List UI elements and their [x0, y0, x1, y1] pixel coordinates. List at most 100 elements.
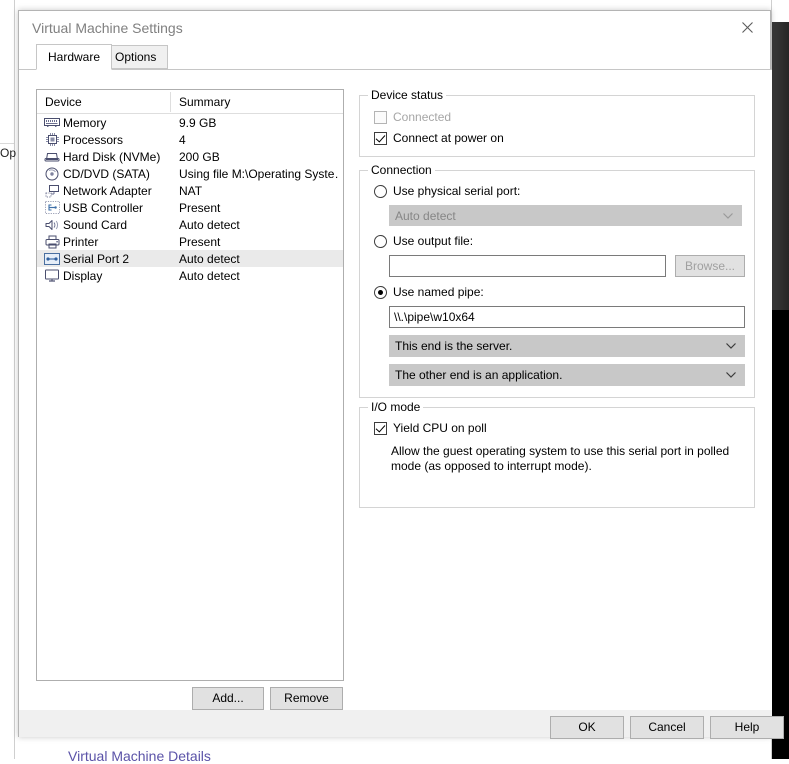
output-file-input[interactable]: [389, 255, 666, 277]
network-icon: [43, 183, 61, 199]
pipe-other-end-combo[interactable]: The other end is an application.: [389, 364, 745, 386]
device-row-summary: Present: [179, 201, 339, 215]
device-row-name: Network Adapter: [63, 184, 152, 198]
device-row-name: CD/DVD (SATA): [63, 167, 150, 181]
virtual-machine-settings-dialog: Virtual Machine Settings Hardware Option…: [18, 10, 771, 737]
background-partial-label-left: Op.: [0, 146, 16, 160]
memory-icon: [43, 115, 61, 131]
serialport-icon: [43, 251, 61, 267]
device-row-name: Hard Disk (NVMe): [63, 150, 160, 164]
ok-button[interactable]: OK: [550, 716, 624, 739]
connection-group-title: Connection: [368, 163, 435, 177]
connect-at-power-on-checkbox[interactable]: [374, 132, 387, 145]
device-status-group-title: Device status: [368, 88, 446, 102]
parent-window-divider: [0, 143, 14, 144]
remove-button[interactable]: Remove: [270, 687, 343, 710]
close-icon[interactable]: [725, 11, 770, 43]
io-mode-description: Allow the guest operating system to use …: [391, 444, 741, 474]
yield-cpu-on-poll-label: Yield CPU on poll: [393, 421, 487, 435]
device-row-processors[interactable]: Processors 4: [37, 131, 343, 148]
tabstrip: Hardware Options: [19, 45, 770, 70]
device-row-sound-card[interactable]: Sound Card Auto detect: [37, 216, 343, 233]
soundcard-icon: [43, 217, 61, 233]
chevron-down-icon: [726, 343, 736, 349]
device-row-name: Memory: [63, 116, 106, 130]
device-row-summary: Auto detect: [179, 252, 339, 266]
dialog-titlebar: Virtual Machine Settings: [19, 11, 770, 45]
hardware-tab-panel: Device Summary Memory9.9 GBProcessors4Ha…: [19, 69, 772, 710]
physical-port-combo: Auto detect: [389, 205, 742, 226]
device-row-summary: Auto detect: [179, 218, 339, 232]
column-header-summary: Summary: [179, 95, 230, 109]
column-separator: [170, 92, 171, 112]
pipe-other-end-value: The other end is an application.: [395, 368, 562, 382]
use-output-file-label: Use output file:: [393, 234, 473, 248]
named-pipe-input[interactable]: [389, 306, 745, 328]
pipe-end-role-combo[interactable]: This end is the server.: [389, 335, 745, 357]
device-row-display[interactable]: Display Auto detect: [37, 267, 343, 284]
device-row-summary: 9.9 GB: [179, 116, 339, 130]
use-named-pipe-label: Use named pipe:: [393, 285, 484, 299]
use-physical-serial-port-radio[interactable]: [374, 185, 387, 198]
harddisk-icon: [43, 149, 61, 165]
device-list-header: Device Summary: [37, 90, 343, 114]
physical-port-combo-value: Auto detect: [395, 209, 456, 223]
connected-label: Connected: [393, 110, 451, 124]
chevron-down-icon: [723, 213, 733, 219]
io-mode-group: I/O mode Yield CPU on poll Allow the gue…: [359, 407, 755, 508]
yield-cpu-on-poll-row[interactable]: Yield CPU on poll: [374, 421, 487, 435]
device-row-summary: 4: [179, 133, 339, 147]
dialog-title: Virtual Machine Settings: [32, 20, 183, 36]
column-header-device: Device: [45, 95, 82, 109]
printer-icon: [43, 234, 61, 250]
pipe-end-role-value: This end is the server.: [395, 339, 512, 353]
device-row-hard-disk-nvme[interactable]: Hard Disk (NVMe) 200 GB: [37, 148, 343, 165]
help-button[interactable]: Help: [710, 716, 784, 739]
tab-options[interactable]: Options: [103, 45, 168, 69]
connection-group: Connection Use physical serial port: Aut…: [359, 170, 755, 398]
device-row-name: Serial Port 2: [63, 252, 129, 266]
device-row-name: Printer: [63, 235, 98, 249]
use-output-file-radio[interactable]: [374, 235, 387, 248]
device-row-network-adapter[interactable]: Network Adapter NAT: [37, 182, 343, 199]
chevron-down-icon: [726, 372, 736, 378]
device-row-serial-port-2[interactable]: Serial Port 2 Auto detect: [37, 250, 343, 267]
cancel-button[interactable]: Cancel: [630, 716, 704, 739]
cddvd-icon: [43, 166, 61, 182]
use-physical-serial-port-label: Use physical serial port:: [393, 184, 520, 198]
device-row-summary: Present: [179, 235, 339, 249]
connect-at-power-on-row[interactable]: Connect at power on: [374, 131, 504, 145]
device-row-name: Sound Card: [63, 218, 127, 232]
use-physical-serial-port-row[interactable]: Use physical serial port:: [374, 184, 520, 198]
browse-button: Browse...: [675, 255, 745, 277]
add-button[interactable]: Add...: [192, 687, 264, 710]
device-row-memory[interactable]: Memory 9.9 GB: [37, 114, 343, 131]
use-output-file-row[interactable]: Use output file:: [374, 234, 473, 248]
device-row-name: Processors: [63, 133, 123, 147]
dialog-footer: OK Cancel Help: [19, 710, 772, 737]
device-row-usb-controller[interactable]: USB Controller Present: [37, 199, 343, 216]
usb-icon: [43, 200, 61, 216]
processor-icon: [43, 132, 61, 148]
device-list-rows: Memory 9.9 GB Processors 4 Hard Disk (NVMe) 2…: [37, 114, 343, 284]
background-virtual-machine-details-link[interactable]: Virtual Machine Details: [68, 748, 211, 764]
device-status-group: Device status Connected Connect at power…: [359, 95, 755, 157]
yield-cpu-on-poll-checkbox[interactable]: [374, 422, 387, 435]
dark-background-panel-upper: [772, 22, 789, 310]
connect-at-power-on-label: Connect at power on: [393, 131, 504, 145]
device-row-cd-dvd-sata[interactable]: CD/DVD (SATA) Using file M:\Operating Sys…: [37, 165, 343, 182]
io-mode-group-title: I/O mode: [368, 400, 423, 414]
connected-checkbox-row: Connected: [374, 110, 451, 124]
device-row-summary: Auto detect: [179, 269, 339, 283]
device-row-printer[interactable]: Printer Present: [37, 233, 343, 250]
device-row-name: USB Controller: [63, 201, 143, 215]
display-icon: [43, 268, 61, 284]
device-row-name: Display: [63, 269, 102, 283]
tab-hardware[interactable]: Hardware: [36, 44, 112, 70]
use-named-pipe-radio[interactable]: [374, 286, 387, 299]
device-row-summary: 200 GB: [179, 150, 339, 164]
device-list[interactable]: Device Summary Memory9.9 GBProcessors4Ha…: [36, 89, 344, 681]
use-named-pipe-row[interactable]: Use named pipe:: [374, 285, 484, 299]
device-row-summary: NAT: [179, 184, 339, 198]
device-row-summary: Using file M:\Operating Syste…: [179, 167, 339, 181]
